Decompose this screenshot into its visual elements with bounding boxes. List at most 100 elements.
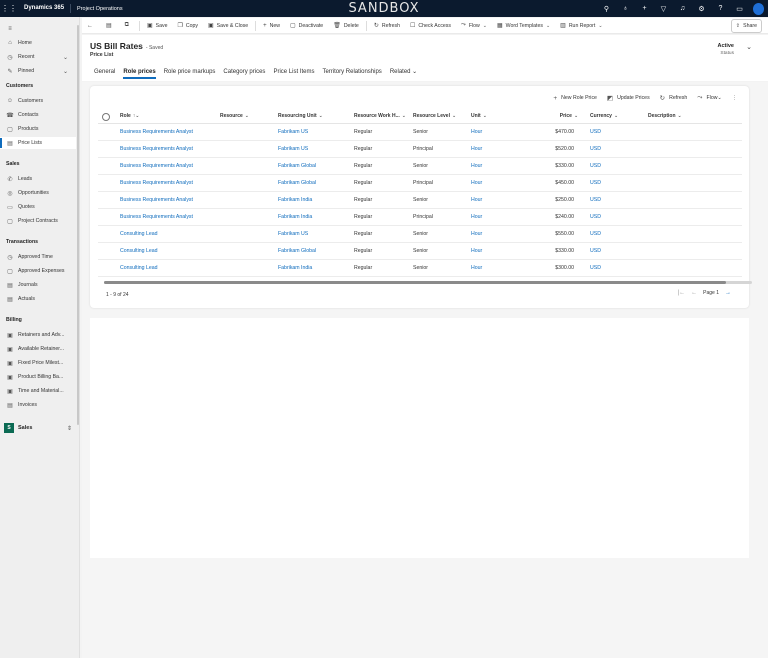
cell-unit[interactable]: Hour xyxy=(471,248,482,254)
sidebar-item-quotes[interactable]: ▭ Quotes xyxy=(0,201,76,213)
settings-icon[interactable]: ⚙ xyxy=(696,5,707,13)
check-access-button[interactable]: ☐ Check Access xyxy=(405,18,456,34)
waffle-menu-icon[interactable]: ⋮⋮ xyxy=(0,4,18,13)
save-close-button[interactable]: ▣ Save & Close xyxy=(203,18,253,34)
first-page-icon[interactable]: |← xyxy=(678,290,686,296)
header-expand-chevron-icon[interactable]: ⌄ xyxy=(746,43,752,51)
sidebar-item-product-billing-ba[interactable]: ▣ Product Billing Ba... xyxy=(0,371,76,383)
tab-related[interactable]: Related ⌄ xyxy=(386,67,421,79)
cell-unit[interactable]: Hour xyxy=(471,231,482,237)
sidebar-scrollbar[interactable] xyxy=(77,25,79,425)
column-header-price[interactable]: Price ⌄ xyxy=(534,113,578,119)
scrollbar-thumb[interactable] xyxy=(104,281,726,284)
sidebar-item-recent[interactable]: ◷ Recent ⌄ xyxy=(0,51,76,63)
sidebar-item-actuals[interactable]: ▤ Actuals xyxy=(0,293,76,305)
cell-currency[interactable]: USD xyxy=(590,146,601,152)
new-role-price-button[interactable]: + New Role Price xyxy=(553,95,597,102)
sidebar-item-time-and-material[interactable]: ▣ Time and Material... xyxy=(0,385,76,397)
column-header-resourcing-unit[interactable]: Resourcing Unit ⌄ xyxy=(278,113,323,119)
horizontal-scrollbar[interactable] xyxy=(104,281,752,284)
chat-icon[interactable]: ▭ xyxy=(734,5,745,13)
cell-resourcing-unit[interactable]: Fabrikam US xyxy=(278,231,308,237)
table-row[interactable]: Consulting Lead Fabrikam Global Regular Sen… xyxy=(98,243,742,260)
flow-button[interactable]: ⤳ Flow ⌄ xyxy=(456,18,492,34)
next-page-icon[interactable]: → xyxy=(725,290,731,296)
sidebar-item-leads[interactable]: ✆ Leads xyxy=(0,173,76,185)
cell-role[interactable]: Consulting Lead xyxy=(120,265,158,271)
copy-button[interactable]: ❐ Copy xyxy=(172,18,203,34)
cell-resourcing-unit[interactable]: Fabrikam India xyxy=(278,265,312,271)
cell-unit[interactable]: Hour xyxy=(471,214,482,220)
cell-unit[interactable]: Hour xyxy=(471,180,482,186)
cell-currency[interactable]: USD xyxy=(590,214,601,220)
flow-button[interactable]: ⤳ Flow ⌄ xyxy=(697,94,722,102)
avatar[interactable] xyxy=(753,2,764,15)
sidebar-item-fixed-price-milest[interactable]: ▣ Fixed Price Milest... xyxy=(0,357,76,369)
refresh-button[interactable]: ↻ Refresh xyxy=(369,18,405,34)
plus-icon[interactable]: + xyxy=(639,5,650,12)
app-name[interactable]: Project Operations xyxy=(71,6,123,12)
save-button[interactable]: ▣ Save xyxy=(142,18,173,34)
cell-resourcing-unit[interactable]: Fabrikam Global xyxy=(278,248,316,254)
cell-unit[interactable]: Hour xyxy=(471,129,482,135)
sidebar-item-pinned[interactable]: ✎ Pinned ⌄ xyxy=(0,65,76,77)
lightbulb-icon[interactable]: ♁ xyxy=(620,5,631,12)
cell-role[interactable]: Business Requirements Analyst xyxy=(120,163,193,169)
bell-icon[interactable]: ♫ xyxy=(677,5,688,12)
cell-resourcing-unit[interactable]: Fabrikam India xyxy=(278,197,312,203)
column-header-resource-level[interactable]: Resource Level ⌄ xyxy=(413,113,456,119)
cell-unit[interactable]: Hour xyxy=(471,146,482,152)
table-row[interactable]: Business Requirements Analyst Fabrikam In… xyxy=(98,192,742,209)
sidebar-item-available-retainer[interactable]: ▣ Available Retainer... xyxy=(0,343,76,355)
tab-role-price-markups[interactable]: Role price markups xyxy=(160,67,220,79)
table-row[interactable]: Business Requirements Analyst Fabrikam US… xyxy=(98,141,742,158)
update-prices-button[interactable]: ◩ Update Prices xyxy=(607,94,650,102)
table-row[interactable]: Consulting Lead Fabrikam India Regular Seni… xyxy=(98,260,742,277)
search-icon[interactable]: ⚲ xyxy=(601,5,612,13)
sidebar-item-project-contracts[interactable]: ▢ Project Contracts xyxy=(0,215,76,227)
sidebar-item-customers[interactable]: ☺ Customers xyxy=(0,95,76,107)
cell-role[interactable]: Business Requirements Analyst xyxy=(120,197,193,203)
new-button[interactable]: + New xyxy=(258,18,285,34)
sidebar-item-journals[interactable]: ▤ Journals xyxy=(0,279,76,291)
tab-role-prices[interactable]: Role prices xyxy=(119,67,159,79)
column-header-resource-work-h[interactable]: Resource Work H... ⌄ xyxy=(354,113,406,119)
cell-unit[interactable]: Hour xyxy=(471,197,482,203)
cell-resourcing-unit[interactable]: Fabrikam US xyxy=(278,146,308,152)
tab-general[interactable]: General xyxy=(90,67,119,79)
cell-currency[interactable]: USD xyxy=(590,265,601,271)
tab-price-list-items[interactable]: Price List Items xyxy=(269,67,318,79)
brand-name[interactable]: Dynamics 365 xyxy=(18,4,72,13)
filter-icon[interactable]: ▽ xyxy=(658,5,669,13)
cell-resourcing-unit[interactable]: Fabrikam Global xyxy=(278,180,316,186)
table-row[interactable]: Business Requirements Analyst Fabrikam Gl… xyxy=(98,158,742,175)
table-row[interactable]: Consulting Lead Fabrikam US Regular Senior H… xyxy=(98,226,742,243)
sidebar-item-price-lists[interactable]: ▤ Price Lists xyxy=(0,137,76,149)
select-all-checkbox[interactable] xyxy=(102,113,110,121)
more-commands-icon[interactable]: ⋮ xyxy=(732,95,737,101)
deactivate-button[interactable]: ▢ Deactivate xyxy=(285,18,328,34)
sidebar-item-home[interactable]: ⌂ Home xyxy=(0,37,76,49)
cell-unit[interactable]: Hour xyxy=(471,265,482,271)
table-row[interactable]: Business Requirements Analyst Fabrikam US… xyxy=(98,124,742,141)
refresh-button[interactable]: ↻ Refresh xyxy=(660,94,688,102)
sidebar-item-retainers-and-adv[interactable]: ▣ Retainers and Adv... xyxy=(0,329,76,341)
previous-page-icon[interactable]: ← xyxy=(691,290,697,296)
cell-currency[interactable]: USD xyxy=(590,129,601,135)
share-button[interactable]: ⇪ Share xyxy=(730,19,762,33)
cell-role[interactable]: Business Requirements Analyst xyxy=(120,146,193,152)
column-header-currency[interactable]: Currency ⌄ xyxy=(590,113,618,119)
area-switcher[interactable]: S Sales ⇕ xyxy=(4,421,76,435)
tab-category-prices[interactable]: Category prices xyxy=(219,67,269,79)
cell-currency[interactable]: USD xyxy=(590,163,601,169)
column-header-description[interactable]: Description ⌄ xyxy=(648,113,682,119)
column-header-resource[interactable]: Resource ⌄ xyxy=(220,113,249,119)
cell-resourcing-unit[interactable]: Fabrikam Global xyxy=(278,163,316,169)
record-set-button[interactable]: ▤ xyxy=(101,18,120,34)
sidebar-item-products[interactable]: ▢ Products xyxy=(0,123,76,135)
sidebar-item-contacts[interactable]: ☎ Contacts xyxy=(0,109,76,121)
cell-role[interactable]: Business Requirements Analyst xyxy=(120,180,193,186)
open-new-window-button[interactable]: ⧉ xyxy=(120,18,137,34)
cell-currency[interactable]: USD xyxy=(590,231,601,237)
sidebar-toggle[interactable]: ≡ xyxy=(0,23,76,35)
